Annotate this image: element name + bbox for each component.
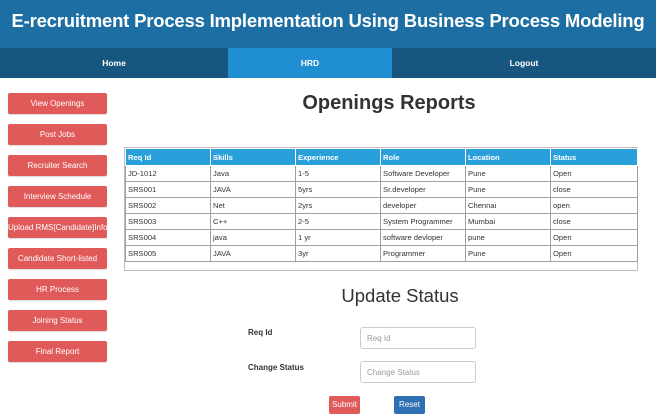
column-header-experience: Experience	[295, 148, 381, 166]
table-row: SRS003 C++ 2-5 System Programmer Mumbai …	[125, 213, 638, 230]
cell-experience: 3yr	[295, 245, 381, 262]
nav-logout[interactable]: Logout	[392, 48, 656, 78]
cell-status: Open	[550, 165, 638, 182]
sidebar-item-recruiter-search[interactable]: Recruiter Search	[8, 155, 107, 176]
req-id-input[interactable]	[360, 327, 476, 349]
table-header-row: Req Id Skills Experience Role Location S…	[125, 148, 638, 166]
cell-role: System Programmer	[380, 213, 466, 230]
openings-table: Req Id Skills Experience Role Location S…	[125, 148, 638, 262]
sidebar-item-post-jobs[interactable]: Post Jobs	[8, 124, 107, 145]
cell-skills: Net	[210, 197, 296, 214]
sidebar-item-hr-process[interactable]: HR Process	[8, 279, 107, 300]
column-header-location: Location	[465, 148, 551, 166]
cell-role: developer	[380, 197, 466, 214]
cell-experience: 1 yr	[295, 229, 381, 246]
reset-button[interactable]: Reset	[394, 396, 425, 414]
column-header-status: Status	[550, 148, 638, 166]
sidebar-item-joining-status[interactable]: Joining Status	[8, 310, 107, 331]
cell-location: Pune	[465, 245, 551, 262]
cell-role: Programmer	[380, 245, 466, 262]
table-row: SRS005 JAVA 3yr Programmer Pune Open	[125, 245, 638, 262]
nav-hrd[interactable]: HRD	[228, 48, 392, 78]
sidebar-item-upload-rms-info[interactable]: Upload RMS[Candidate]Info	[8, 217, 108, 238]
column-header-req-id: Req Id	[125, 148, 211, 166]
cell-skills: Java	[210, 165, 296, 182]
cell-location: Pune	[465, 165, 551, 182]
cell-status: Open	[550, 245, 638, 262]
cell-status: close	[550, 213, 638, 230]
cell-status: Open	[550, 229, 638, 246]
cell-status: close	[550, 181, 638, 198]
table-row: SRS002 Net 2yrs developer Chennai open	[125, 197, 638, 214]
cell-skills: JAVA	[210, 181, 296, 198]
app-header: E-recruitment Process Implementation Usi…	[0, 0, 656, 48]
cell-req-id: SRS002	[125, 197, 211, 214]
page-title: Openings Reports	[302, 92, 476, 114]
cell-location: Pune	[465, 181, 551, 198]
cell-status: open	[550, 197, 638, 214]
cell-skills: JAVA	[210, 245, 296, 262]
column-header-skills: Skills	[210, 148, 296, 166]
cell-skills: C++	[210, 213, 296, 230]
cell-location: Mumbai	[465, 213, 551, 230]
table-row: SRS004 java 1 yr software devloper pune …	[125, 229, 638, 246]
nav-home[interactable]: Home	[0, 48, 228, 78]
app-title: E-recruitment Process Implementation Usi…	[11, 10, 645, 31]
cell-experience: 5yrs	[295, 181, 381, 198]
cell-skills: java	[210, 229, 296, 246]
sidebar-item-interview-schedule[interactable]: Interview Schedule	[8, 186, 107, 207]
cell-role: Software Developer	[380, 165, 466, 182]
table-row: SRS001 JAVA 5yrs Sr.developer Pune close	[125, 181, 638, 198]
cell-req-id: SRS001	[125, 181, 211, 198]
change-status-label: Change Status	[248, 363, 305, 372]
req-id-label: Req Id	[248, 328, 273, 337]
cell-location: Chennai	[465, 197, 551, 214]
cell-location: pune	[465, 229, 551, 246]
update-status-title: Update Status	[341, 285, 459, 306]
sidebar-item-final-report[interactable]: Final Report	[8, 341, 107, 362]
table-row: JD-1012 Java 1-5 Software Developer Pune…	[125, 165, 638, 182]
cell-experience: 1-5	[295, 165, 381, 182]
sidebar-item-view-openings[interactable]: View Openings	[8, 93, 107, 114]
cell-req-id: SRS005	[125, 245, 211, 262]
cell-role: Sr.developer	[380, 181, 466, 198]
cell-req-id: SRS003	[125, 213, 211, 230]
cell-experience: 2yrs	[295, 197, 381, 214]
cell-experience: 2-5	[295, 213, 381, 230]
top-nav: Home HRD Logout	[0, 48, 656, 78]
cell-role: software devloper	[380, 229, 466, 246]
openings-table-container: Req Id Skills Experience Role Location S…	[124, 147, 638, 271]
column-header-role: Role	[380, 148, 466, 166]
cell-req-id: SRS004	[125, 229, 211, 246]
change-status-input[interactable]	[360, 361, 476, 383]
cell-req-id: JD-1012	[125, 165, 211, 182]
submit-button[interactable]: Submit	[329, 396, 360, 414]
sidebar-item-candidate-shortlisted[interactable]: Candidate Short-listed	[8, 248, 107, 269]
